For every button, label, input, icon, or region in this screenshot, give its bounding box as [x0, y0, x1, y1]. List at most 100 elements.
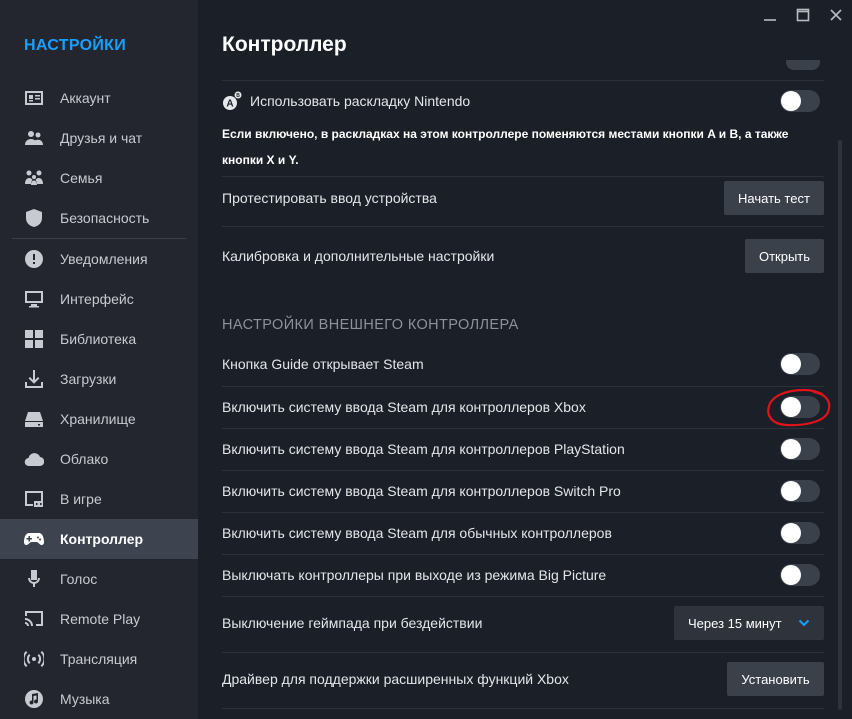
- row-separator: [222, 652, 824, 653]
- chevron-down-icon: [798, 619, 810, 627]
- nintendo-button-icon: A B: [222, 91, 242, 111]
- big-picture-shutdown-toggle[interactable]: [780, 564, 820, 586]
- switch-pro-input-label: Включить систему ввода Steam для контрол…: [222, 483, 621, 499]
- playstation-input-row: Включить систему ввода Steam для контрол…: [222, 438, 824, 460]
- nintendo-layout-label: Использовать раскладку Nintendo: [250, 93, 471, 109]
- open-calibration-button[interactable]: Открыть: [745, 239, 824, 273]
- external-controller-section-heading: НАСТРОЙКИ ВНЕШНЕГО КОНТРОЛЛЕРА: [222, 317, 519, 333]
- grid-icon: [24, 329, 44, 349]
- sidebar-item-label: Безопасность: [60, 210, 150, 226]
- sidebar-item-label: Голос: [60, 571, 98, 587]
- sidebar-item-label: Трансляция: [60, 651, 138, 667]
- gamepad-icon: [24, 529, 44, 549]
- download-icon: [24, 369, 44, 389]
- scrollbar[interactable]: [838, 140, 842, 710]
- sidebar-item-downloads[interactable]: Загрузки: [0, 359, 198, 399]
- generic-input-toggle[interactable]: [780, 522, 820, 544]
- generic-input-row: Включить систему ввода Steam для обычных…: [222, 522, 824, 544]
- page-title: Контроллер: [222, 33, 347, 56]
- idle-shutdown-value: Через 15 минут: [688, 615, 782, 631]
- sidebar-item-friends[interactable]: Друзья и чат: [0, 118, 198, 158]
- sidebar-item-label: В игре: [60, 491, 102, 507]
- start-test-button[interactable]: Начать тест: [724, 181, 824, 215]
- sidebar-item-storage[interactable]: Хранилище: [0, 399, 198, 439]
- row-separator: [222, 554, 824, 555]
- music-icon: [24, 689, 44, 709]
- sidebar-item-label: Облако: [60, 451, 109, 467]
- microphone-icon: [24, 569, 44, 589]
- switch-pro-input-toggle[interactable]: [780, 480, 820, 502]
- calibration-row: Калибровка и дополнительные настройки От…: [222, 239, 824, 273]
- friends-icon: [24, 128, 44, 148]
- row-separator: [222, 226, 824, 227]
- sidebar-item-remote-play[interactable]: Remote Play: [0, 599, 198, 639]
- xbox-driver-label: Драйвер для поддержки расширенных функци…: [222, 671, 569, 687]
- test-input-label: Протестировать ввод устройства: [222, 190, 437, 206]
- drive-icon: [24, 409, 44, 429]
- sidebar-nav: Аккаунт Друзья и чат Семья Безопасность …: [0, 78, 198, 719]
- row-separator: [222, 428, 824, 429]
- nintendo-layout-description: Если включено, в раскладках на этом конт…: [222, 127, 789, 167]
- sidebar-item-label: Уведомления: [60, 251, 148, 267]
- sidebar-item-label: Хранилище: [60, 411, 136, 427]
- sidebar-item-label: Remote Play: [60, 611, 141, 627]
- idle-shutdown-label: Выключение геймпада при бездействии: [222, 615, 483, 631]
- clipped-toggle: [786, 60, 820, 70]
- monitor-icon: [24, 289, 44, 309]
- test-input-row: Протестировать ввод устройства Начать те…: [222, 181, 824, 215]
- sidebar-item-label: Контроллер: [60, 531, 144, 547]
- sidebar-item-label: Музыка: [60, 691, 110, 707]
- shield-icon: [24, 208, 44, 228]
- sidebar-title: НАСТРОЙКИ: [24, 37, 127, 54]
- cloud-icon: [24, 449, 44, 469]
- guide-button-toggle[interactable]: [780, 353, 820, 375]
- playstation-input-toggle[interactable]: [780, 438, 820, 460]
- generic-input-label: Включить систему ввода Steam для обычных…: [222, 525, 612, 541]
- sidebar-item-music[interactable]: Музыка: [0, 679, 198, 719]
- sidebar-item-label: Интерфейс: [60, 291, 134, 307]
- row-separator: [222, 470, 824, 471]
- install-driver-button[interactable]: Установить: [727, 662, 824, 696]
- cast-icon: [24, 609, 44, 629]
- row-separator: [222, 596, 824, 597]
- sidebar-item-cloud[interactable]: Облако: [0, 439, 198, 479]
- sidebar-item-broadcast[interactable]: Трансляция: [0, 639, 198, 679]
- sidebar-item-controller[interactable]: Контроллер: [0, 519, 198, 559]
- sidebar-item-label: Аккаунт: [60, 90, 111, 106]
- account-card-icon: [24, 88, 44, 108]
- sidebar-item-security[interactable]: Безопасность: [0, 198, 198, 238]
- sidebar-item-label: Загрузки: [60, 371, 117, 387]
- nintendo-layout-toggle[interactable]: [780, 90, 820, 112]
- main-panel: Контроллер A B Использовать раскладку Ni…: [198, 0, 852, 719]
- svg-text:A: A: [226, 99, 233, 110]
- idle-shutdown-dropdown[interactable]: Через 15 минут: [674, 606, 824, 640]
- row-separator: [222, 80, 824, 81]
- playstation-input-label: Включить систему ввода Steam для контрол…: [222, 441, 625, 457]
- big-picture-shutdown-label: Выключать контроллеры при выходе из режи…: [222, 567, 607, 583]
- svg-text:B: B: [236, 93, 240, 99]
- ingame-icon: [24, 489, 44, 509]
- xbox-driver-row: Драйвер для поддержки расширенных функци…: [222, 662, 824, 696]
- sidebar-item-ingame[interactable]: В игре: [0, 479, 198, 519]
- sidebar-item-label: Семья: [60, 170, 103, 186]
- guide-button-label: Кнопка Guide открывает Steam: [222, 356, 424, 372]
- sidebar-item-library[interactable]: Библиотека: [0, 319, 198, 359]
- xbox-input-toggle[interactable]: [780, 396, 820, 418]
- row-separator: [222, 176, 824, 177]
- sidebar-item-notifications[interactable]: Уведомления: [0, 239, 198, 279]
- guide-button-row: Кнопка Guide открывает Steam: [222, 353, 824, 375]
- sidebar-item-interface[interactable]: Интерфейс: [0, 279, 198, 319]
- row-separator: [222, 386, 824, 387]
- switch-pro-input-row: Включить систему ввода Steam для контрол…: [222, 480, 824, 502]
- sidebar: НАСТРОЙКИ Аккаунт Друзья и чат Семья Без…: [0, 0, 198, 719]
- nintendo-layout-row: A B Использовать раскладку Nintendo: [222, 88, 824, 114]
- idle-shutdown-row: Выключение геймпада при бездействии Чере…: [222, 606, 824, 640]
- sidebar-item-voice[interactable]: Голос: [0, 559, 198, 599]
- xbox-input-label: Включить систему ввода Steam для контрол…: [222, 399, 586, 415]
- xbox-input-row: Включить систему ввода Steam для контрол…: [222, 396, 824, 418]
- sidebar-item-account[interactable]: Аккаунт: [0, 78, 198, 118]
- calibration-label: Калибровка и дополнительные настройки: [222, 248, 495, 264]
- sidebar-item-label: Библиотека: [60, 331, 137, 347]
- big-picture-shutdown-row: Выключать контроллеры при выходе из режи…: [222, 564, 824, 586]
- sidebar-item-family[interactable]: Семья: [0, 158, 198, 198]
